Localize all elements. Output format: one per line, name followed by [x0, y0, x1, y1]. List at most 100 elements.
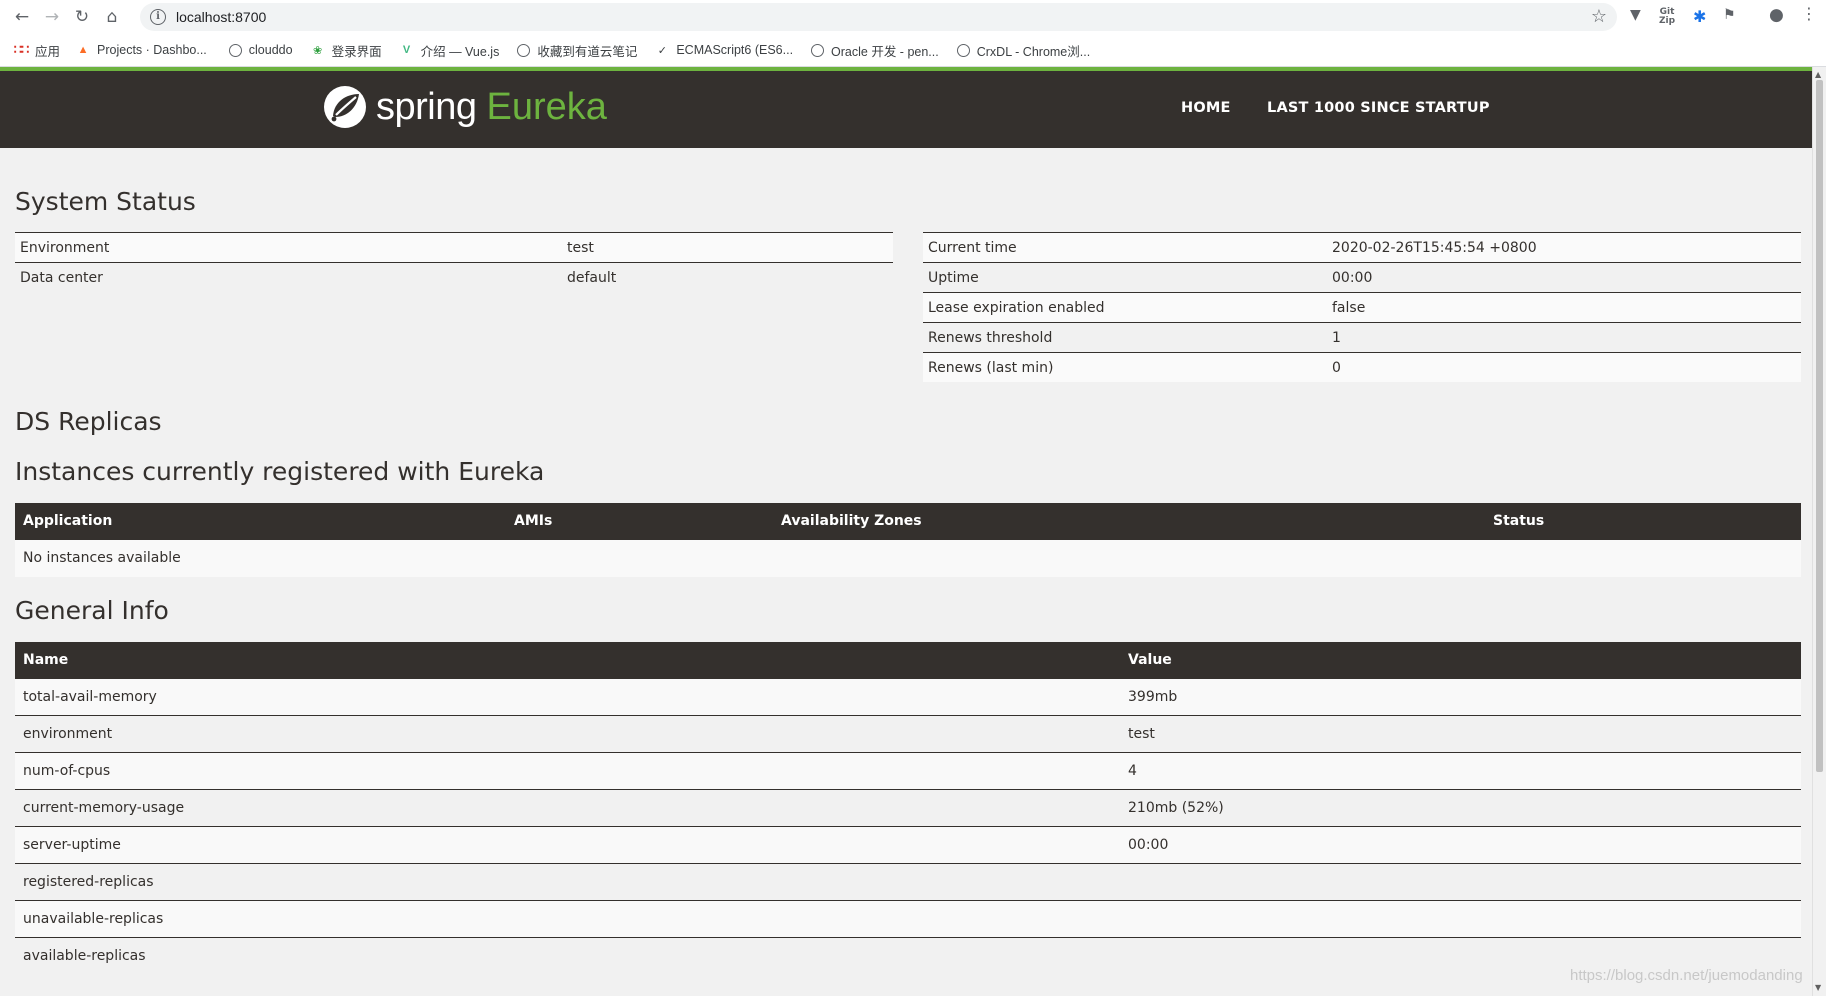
status-value: 2020-02-26T15:45:54 +0800	[1332, 240, 1537, 256]
instances-table: Application AMIs Availability Zones Stat…	[15, 503, 1801, 577]
info-name: num-of-cpus	[23, 763, 111, 779]
bookmark-crxdl[interactable]: CrxDL - Chrome浏...	[956, 41, 1091, 60]
info-name: environment	[23, 726, 113, 742]
table-row: current-memory-usage 210mb (52%)	[15, 790, 1801, 827]
column-header-name: Name	[23, 652, 69, 668]
column-header-application: Application	[23, 513, 113, 529]
bookmark-label: clouddo	[248, 43, 293, 57]
info-name: registered-replicas	[23, 874, 154, 890]
table-row: Environment test	[15, 232, 893, 262]
ds-replicas-heading: DS Replicas	[15, 407, 162, 436]
no-instances-message: No instances available	[23, 550, 181, 566]
bookmark-star-icon[interactable]: ☆	[1591, 6, 1607, 27]
info-name: unavailable-replicas	[23, 911, 164, 927]
nav-home-link[interactable]: HOME	[1181, 100, 1231, 116]
bookmark-label: 应用	[35, 44, 61, 59]
reload-icon[interactable]: ↻	[67, 2, 97, 32]
bookmarks-bar: ∷∷ 应用 ▲ Projects · Dashbo... clouddo ❀ 登…	[0, 34, 1826, 66]
general-info-table: Name Value total-avail-memory 399mb envi…	[15, 642, 1801, 975]
info-value: 399mb	[1128, 689, 1178, 705]
watermark-text: https://blog.csdn.net/juemodanding	[1570, 967, 1803, 984]
status-name: Renews threshold	[928, 330, 1053, 346]
forward-arrow-icon[interactable]: →	[37, 2, 67, 32]
spring-eureka-logo[interactable]: spring Eureka	[322, 84, 607, 130]
info-value: test	[1128, 726, 1155, 742]
table-row: Uptime 00:00	[923, 262, 1801, 292]
scroll-up-arrow-icon[interactable]: ▲	[1815, 70, 1821, 79]
instances-table-header: Application AMIs Availability Zones Stat…	[15, 503, 1801, 540]
bookmark-label: CrxDL - Chrome浏...	[976, 44, 1091, 59]
bookmark-login[interactable]: ❀ 登录界面	[311, 41, 382, 60]
browser-menu-icon[interactable]: ⋮	[1801, 4, 1817, 23]
general-info-heading: General Info	[15, 596, 169, 625]
table-row: num-of-cpus 4	[15, 753, 1801, 790]
status-value: 00:00	[1332, 270, 1373, 286]
scroll-down-arrow-icon[interactable]: ▼	[1815, 983, 1821, 992]
address-url[interactable]: localhost:8700	[176, 9, 266, 25]
info-name: total-avail-memory	[23, 689, 157, 705]
system-status-heading: System Status	[15, 187, 196, 216]
instances-heading: Instances currently registered with Eure…	[15, 457, 545, 486]
bookmark-es6[interactable]: ✓ ECMAScript6 (ES6...	[655, 43, 793, 57]
globe-icon	[228, 43, 242, 57]
nav-last-1000-link[interactable]: LAST 1000 SINCE STARTUP	[1267, 100, 1490, 116]
bookmark-label: 收藏到有道云笔记	[537, 44, 638, 59]
table-row: Lease expiration enabled false	[923, 292, 1801, 322]
info-value: 00:00	[1128, 837, 1169, 853]
status-name: Current time	[928, 240, 1017, 256]
browser-toolbar: ← → ↻ ⌂ i localhost:8700 ☆ ▼ Git Zip ✱ ⚑ …	[0, 0, 1826, 34]
table-row: No instances available	[15, 540, 1801, 577]
info-name: server-uptime	[23, 837, 121, 853]
asterisk-extension-icon[interactable]: ✱	[1693, 7, 1706, 26]
flag-extension-icon[interactable]: ⚑	[1723, 7, 1736, 23]
spring-leaf-icon	[324, 86, 366, 128]
eureka-navbar: spring Eureka HOME LAST 1000 SINCE START…	[0, 71, 1812, 148]
status-name: Uptime	[928, 270, 979, 286]
green-leaf-icon: ❀	[312, 44, 323, 57]
table-row: environment test	[15, 716, 1801, 753]
logo-eureka-text: Eureka	[486, 85, 607, 128]
bookmark-gitlab-projects[interactable]: ▲ Projects · Dashbo...	[76, 43, 207, 57]
status-name: Data center	[20, 270, 103, 286]
status-value: test	[567, 240, 594, 256]
column-header-amis: AMIs	[514, 513, 553, 529]
page-scrollbar-thumb[interactable]	[1816, 80, 1823, 772]
column-header-availability-zones: Availability Zones	[781, 513, 922, 529]
table-row: Renews threshold 1	[923, 322, 1801, 352]
status-value: false	[1332, 300, 1366, 316]
bookmark-label: Oracle 开发 - pen...	[831, 44, 939, 59]
globe-icon	[956, 43, 970, 57]
bookmark-oracle[interactable]: Oracle 开发 - pen...	[811, 41, 939, 60]
address-bar[interactable]: i localhost:8700 ☆	[140, 3, 1617, 31]
vue-devtools-extension-icon[interactable]: ▼	[1630, 7, 1641, 23]
info-value: 210mb (52%)	[1128, 800, 1224, 816]
profile-avatar-icon[interactable]: ●	[1769, 5, 1784, 25]
table-row: Data center default	[15, 262, 893, 292]
logo-spring-text: spring	[376, 85, 477, 128]
bookmark-label: ECMAScript6 (ES6...	[676, 43, 794, 57]
globe-icon	[517, 43, 531, 57]
bookmark-clouddo[interactable]: clouddo	[228, 43, 293, 57]
git-zip-extension-icon[interactable]: Git Zip	[1659, 8, 1675, 26]
bookmark-apps[interactable]: ∷∷ 应用	[14, 41, 60, 60]
apps-grid-icon: ∷∷	[13, 42, 30, 57]
bookmark-youdao[interactable]: 收藏到有道云笔记	[517, 41, 637, 60]
status-value: 1	[1332, 330, 1341, 346]
table-row: total-avail-memory 399mb	[15, 679, 1801, 716]
column-header-value: Value	[1128, 652, 1172, 668]
status-name: Renews (last min)	[928, 360, 1054, 376]
status-name: Lease expiration enabled	[928, 300, 1105, 316]
system-status-right-table: Current time 2020-02-26T15:45:54 +0800 U…	[923, 232, 1801, 382]
gitlab-icon: ▲	[77, 44, 89, 56]
bookmark-vue[interactable]: V 介绍 — Vue.js	[400, 41, 499, 60]
info-name: current-memory-usage	[23, 800, 185, 816]
table-row: Renews (last min) 0	[923, 352, 1801, 382]
bookmark-label: Projects · Dashbo...	[97, 43, 207, 57]
bookmark-label: 登录界面	[331, 44, 382, 59]
back-arrow-icon[interactable]: ←	[7, 2, 37, 32]
site-info-icon[interactable]: i	[150, 9, 166, 25]
table-row: registered-replicas	[15, 864, 1801, 901]
status-value: 0	[1332, 360, 1341, 376]
home-icon[interactable]: ⌂	[97, 2, 127, 32]
compass-icon: ✓	[657, 44, 667, 57]
